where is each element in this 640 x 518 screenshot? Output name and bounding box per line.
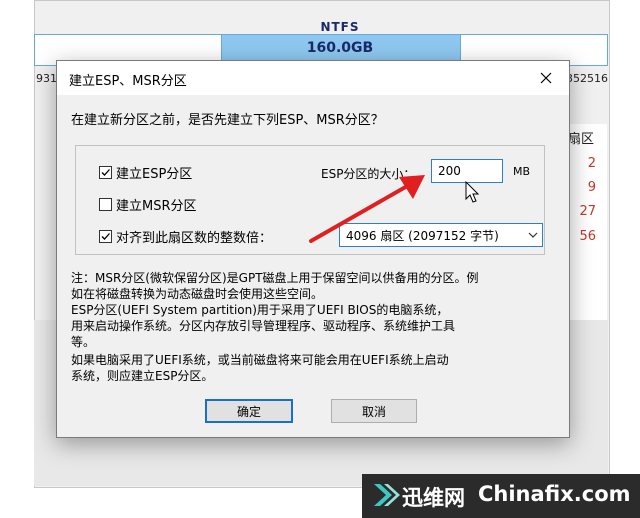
checkbox-checked-icon	[101, 169, 110, 176]
sector-value: 9	[587, 180, 596, 195]
background-partition-table	[566, 124, 607, 324]
note-line: 用来启动操作系统。分区内存放引导管理程序、驱动程序、系统维护工具	[71, 319, 456, 333]
create-msr-label: 建立MSR分区	[116, 199, 197, 214]
red-arrow-annotation	[309, 175, 425, 243]
sector-value: 56	[579, 229, 596, 244]
watermark-brand-cn: 迅维网	[402, 486, 465, 510]
create-esp-msr-dialog: 建立ESP、MSR分区 在建立新分区之前，是否先建立下列ESP、MSR分区？ 建…	[56, 60, 570, 438]
note-line: 如在将磁盘转换为动态磁盘时会使用这些空间。	[71, 287, 324, 301]
dialog-title: 建立ESP、MSR分区	[69, 74, 187, 89]
create-esp-checkbox-row[interactable]: 建立ESP分区	[99, 163, 192, 182]
chevron-down-icon[interactable]	[524, 224, 542, 246]
background-left-number: 931	[36, 72, 57, 85]
dialog-question: 在建立新分区之前，是否先建立下列ESP、MSR分区？	[71, 113, 384, 128]
disk-size-label: 160.0GB	[306, 40, 374, 56]
create-esp-label: 建立ESP分区	[116, 167, 193, 182]
sector-value: 27	[579, 204, 596, 219]
esp-size-unit: MB	[513, 165, 531, 178]
sector-value: 2	[587, 156, 596, 171]
create-msr-checkbox[interactable]	[99, 198, 112, 211]
note-line: 注：MSR分区(微软保留分区)是GPT磁盘上用于保留空间以供备用的分区。例	[71, 271, 479, 285]
close-button[interactable]	[531, 65, 561, 91]
note-line: 如果电脑采用了UEFI系统，或当前磁盘将来可能会用在UEFI系统上启动	[71, 353, 449, 367]
align-label: 对齐到此扇区数的整数倍：	[116, 231, 273, 246]
note-line: 等。	[71, 335, 96, 349]
close-icon	[540, 72, 552, 84]
watermark-brand-en: Chinafix.com	[478, 482, 631, 506]
checkbox-checked-icon	[101, 233, 110, 240]
background-right-number: 352516	[566, 72, 608, 85]
note-line: ESP分区(UEFI System partition)用于采用了UEFI BI…	[71, 303, 449, 317]
dialog-title-bar[interactable]: 建立ESP、MSR分区	[57, 61, 569, 95]
create-msr-checkbox-row[interactable]: 建立MSR分区	[99, 195, 197, 214]
sector-column-header: 扇区	[568, 132, 595, 147]
align-checkbox[interactable]	[99, 230, 112, 243]
disk-filesystem-label: NTFS	[320, 20, 360, 34]
align-checkbox-row[interactable]: 对齐到此扇区数的整数倍：	[99, 227, 272, 246]
chinafix-logo-icon	[374, 484, 400, 506]
esp-size-input[interactable]	[431, 159, 503, 183]
cancel-button[interactable]: 取消	[331, 399, 417, 423]
note-line: 系统，则应建立ESP分区。	[71, 369, 214, 383]
create-esp-checkbox[interactable]	[99, 166, 112, 179]
ok-button[interactable]: 确定	[205, 399, 293, 423]
mouse-cursor-icon	[465, 181, 480, 203]
